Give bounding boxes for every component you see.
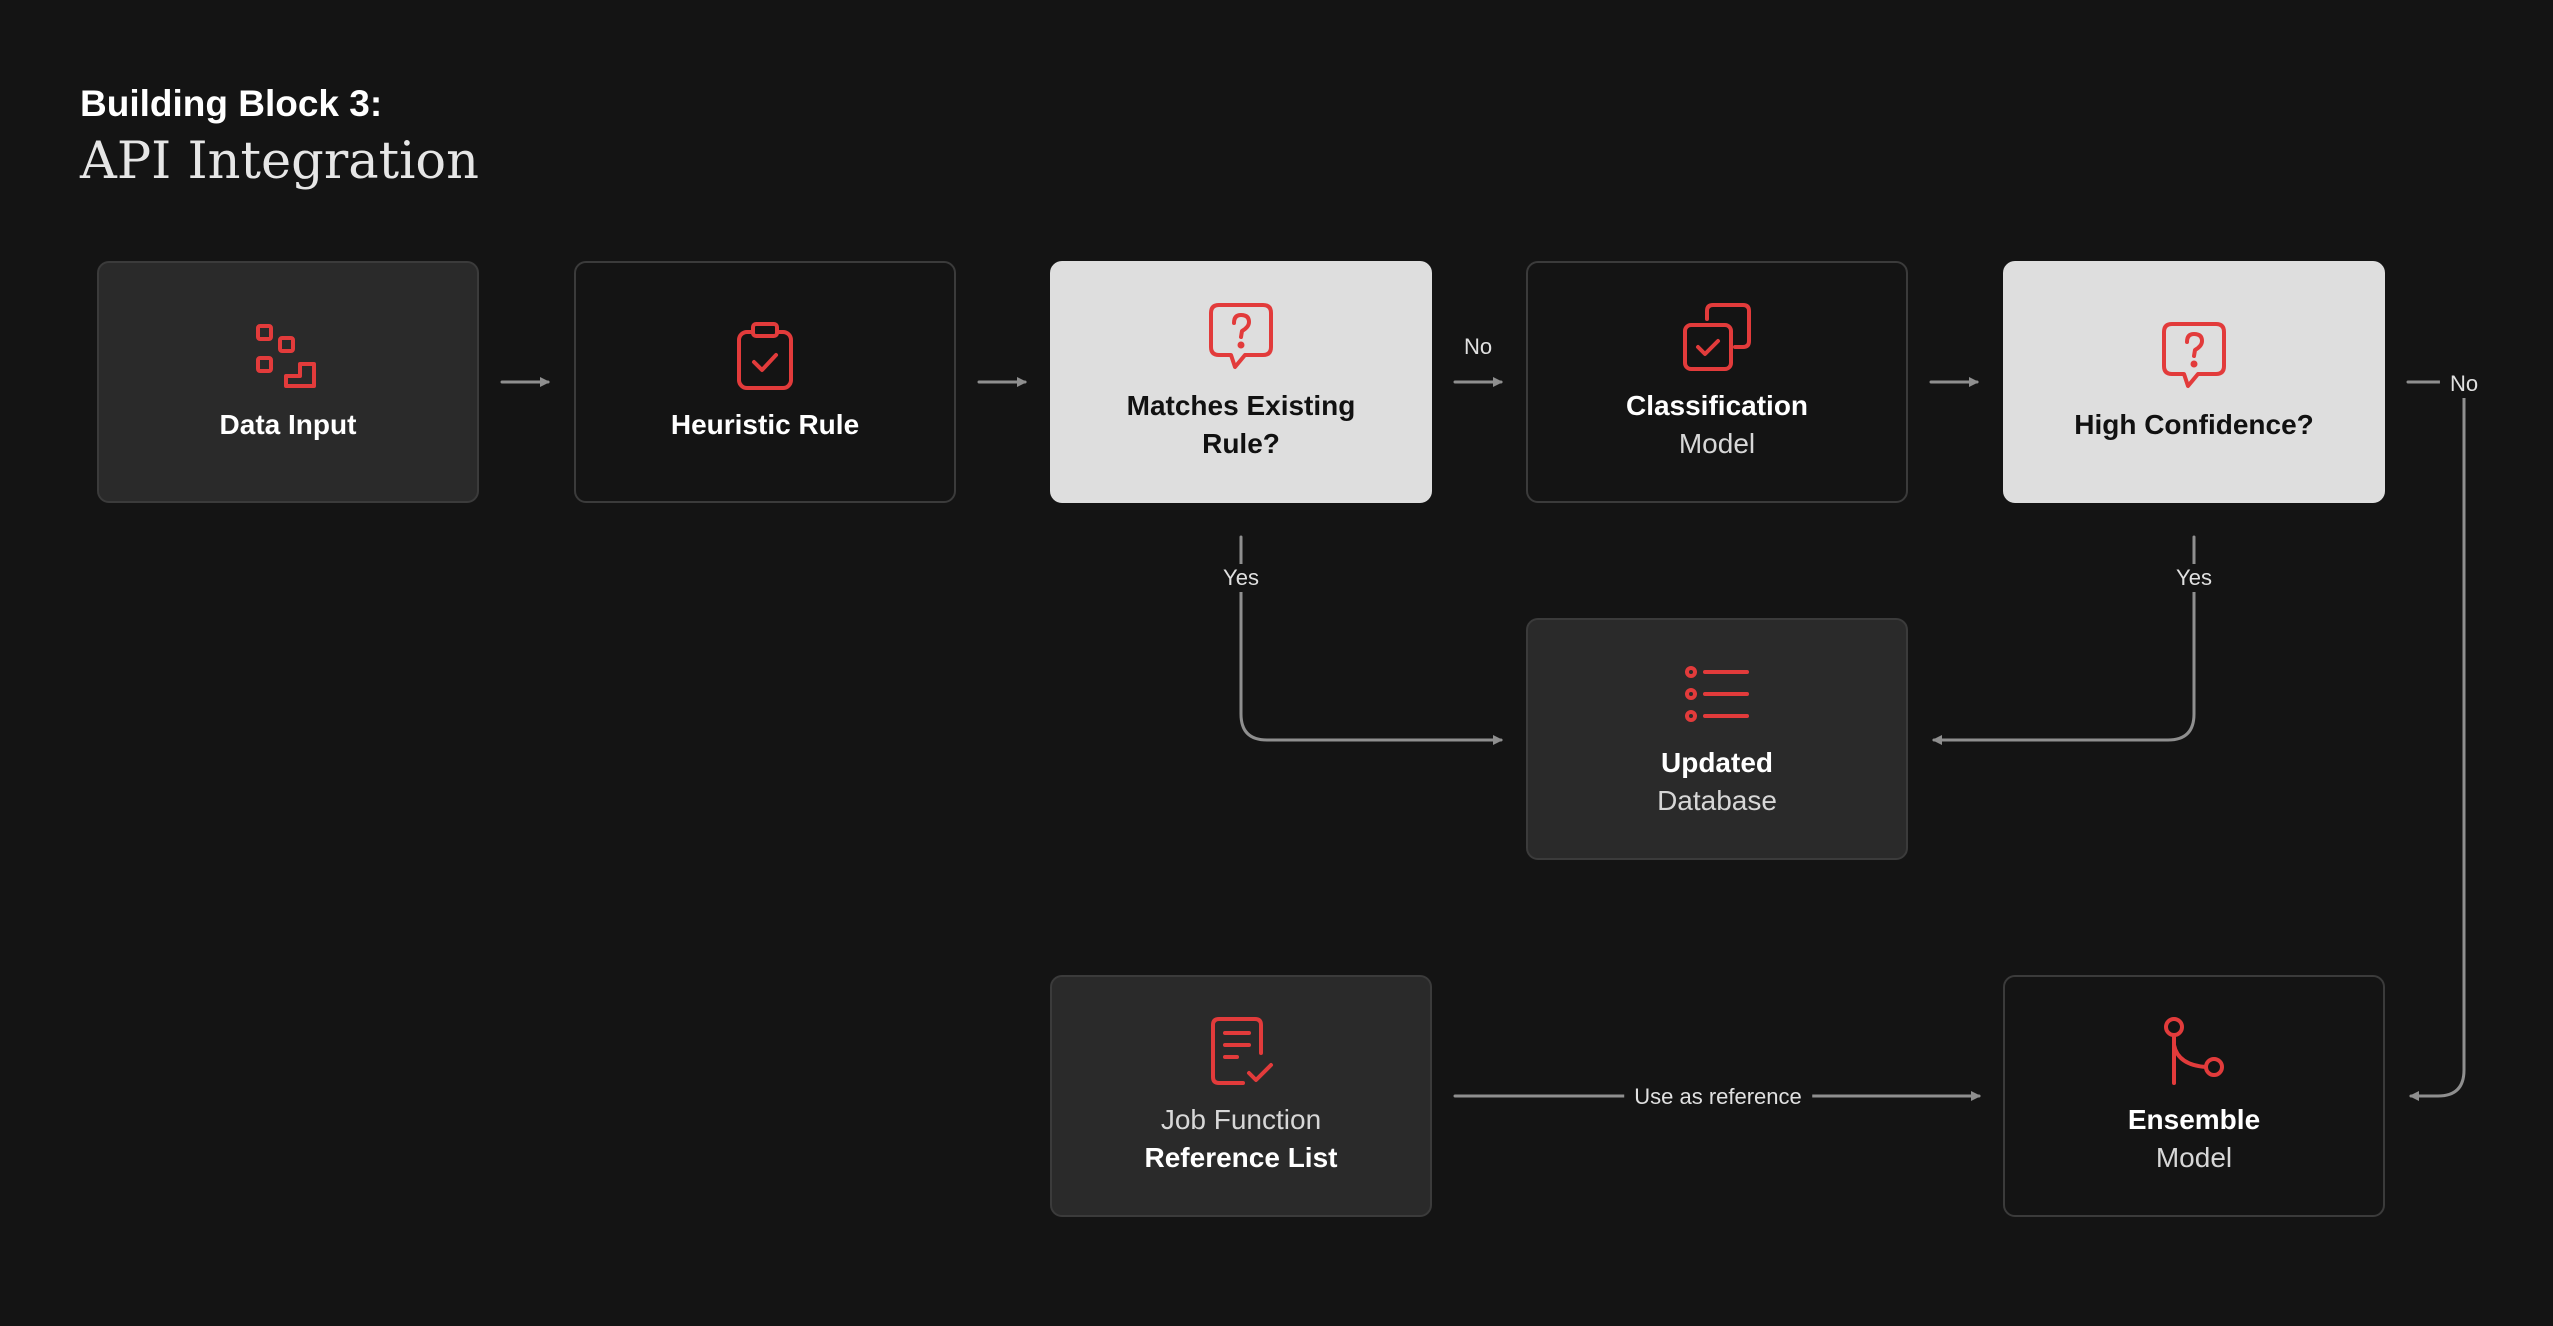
node-title: Ensemble [2127, 1104, 2261, 1135]
stacked-check-icon [1681, 301, 1753, 373]
node-ensemble-model: Ensemble Model [2003, 975, 2385, 1217]
question-bubble-icon [2158, 320, 2230, 392]
list-icon [1681, 658, 1753, 730]
edge-confidence-no-to-ensemble [2406, 380, 2466, 1101]
node-high-confidence: High Confidence? [2003, 261, 2385, 503]
edge-label-no: No [1453, 333, 1503, 361]
node-data-input: Data Input [97, 261, 479, 503]
node-subtitle: Job Function [1160, 1104, 1322, 1135]
node-label: High Confidence? [2074, 409, 2314, 440]
edge-label-reference: Use as reference [1624, 1083, 1812, 1111]
node-label: Heuristic Rule [670, 409, 860, 440]
node-heuristic-rule: Heuristic Rule [574, 261, 956, 503]
node-label: Matches Existing [1126, 390, 1356, 421]
edge-confidence-yes-to-database [1932, 535, 2196, 745]
node-subtitle: Database [1657, 785, 1777, 816]
node-updated-database: Updated Database [1526, 618, 1908, 860]
node-label: Rule? [1202, 428, 1280, 459]
edge-label-yes: Yes [2166, 564, 2222, 592]
node-label: Data Input [219, 409, 357, 440]
node-matches-existing-rule: Matches Existing Rule? [1050, 261, 1432, 503]
edge-label-yes: Yes [1213, 564, 1269, 592]
node-title: Updated [1661, 747, 1773, 778]
stairs-squares-icon [252, 320, 324, 392]
edge-matches-yes-to-database [1239, 535, 1503, 745]
document-check-icon [1205, 1015, 1277, 1087]
node-subtitle: Model [1678, 428, 1756, 459]
node-title: Reference List [1144, 1142, 1338, 1173]
edge-label-no: No [2439, 370, 2489, 398]
node-title: Classification [1625, 390, 1809, 421]
node-reference-list: Job Function Reference List [1050, 975, 1432, 1217]
branch-icon [2158, 1015, 2230, 1087]
question-bubble-icon [1205, 301, 1277, 373]
clipboard-check-icon [729, 320, 801, 392]
node-subtitle: Model [2155, 1142, 2233, 1173]
node-classification-model: Classification Model [1526, 261, 1908, 503]
